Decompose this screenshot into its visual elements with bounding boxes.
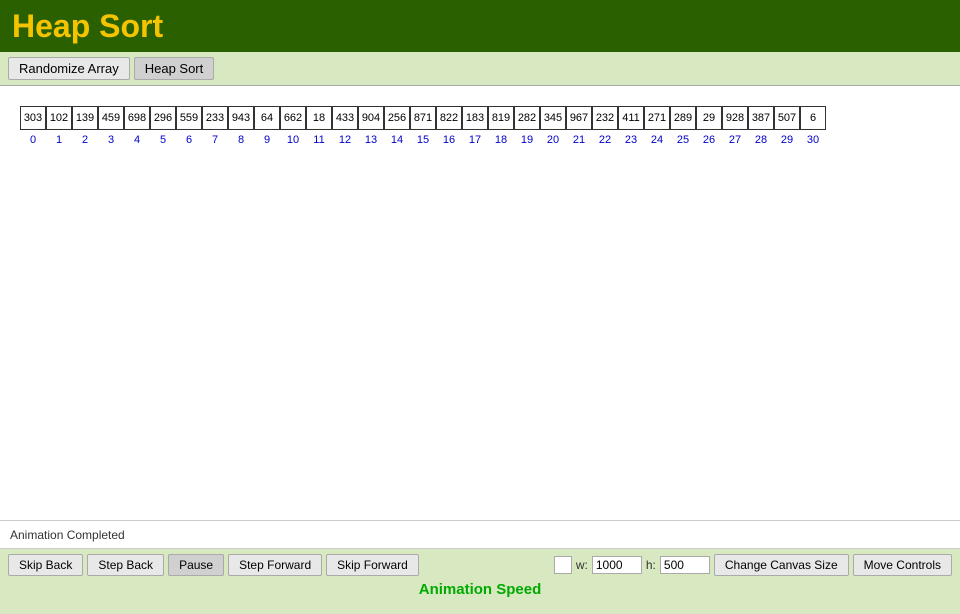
speed-line: Animation Speed <box>0 576 960 602</box>
array-index: 27 <box>722 130 748 150</box>
change-canvas-size-button[interactable]: Change Canvas Size <box>714 554 849 576</box>
array-index: 25 <box>670 130 696 150</box>
array-index: 26 <box>696 130 722 150</box>
array-cell: 345 <box>540 106 566 130</box>
array-index: 22 <box>592 130 618 150</box>
skip-forward-button[interactable]: Skip Forward <box>326 554 419 576</box>
animation-speed-label: Animation Speed <box>419 581 542 598</box>
controls-line: Skip Back Step Back Pause Step Forward S… <box>0 549 960 576</box>
array-index: 13 <box>358 130 384 150</box>
array-cell: 871 <box>410 106 436 130</box>
array-cell: 29 <box>696 106 722 130</box>
array-cell: 662 <box>280 106 306 130</box>
array-cells: 3031021394596982965592339436466218433904… <box>20 106 826 130</box>
height-input[interactable] <box>660 556 710 574</box>
h-label: h: <box>646 558 656 572</box>
array-cell: 928 <box>722 106 748 130</box>
array-index: 18 <box>488 130 514 150</box>
array-cell: 387 <box>748 106 774 130</box>
array-index: 20 <box>540 130 566 150</box>
array-cell: 411 <box>618 106 644 130</box>
array-index: 21 <box>566 130 592 150</box>
array-cell: 819 <box>488 106 514 130</box>
array-cell: 303 <box>20 106 46 130</box>
pause-button[interactable]: Pause <box>168 554 224 576</box>
array-index: 7 <box>202 130 228 150</box>
array-index: 12 <box>332 130 358 150</box>
array-index: 5 <box>150 130 176 150</box>
array-index: 28 <box>748 130 774 150</box>
randomize-array-button[interactable]: Randomize Array <box>8 57 130 80</box>
array-cell: 943 <box>228 106 254 130</box>
array-cell: 232 <box>592 106 618 130</box>
array-index: 16 <box>436 130 462 150</box>
array-cell: 233 <box>202 106 228 130</box>
skip-back-button[interactable]: Skip Back <box>8 554 83 576</box>
w-label: w: <box>576 558 588 572</box>
array-index: 30 <box>800 130 826 150</box>
speed-indicator <box>554 556 572 574</box>
array-index: 2 <box>72 130 98 150</box>
array-cell: 296 <box>150 106 176 130</box>
heap-sort-button[interactable]: Heap Sort <box>134 57 215 80</box>
array-index: 1 <box>46 130 72 150</box>
array-index: 29 <box>774 130 800 150</box>
array-cell: 18 <box>306 106 332 130</box>
array-index: 10 <box>280 130 306 150</box>
array-cell: 6 <box>800 106 826 130</box>
array-index: 0 <box>20 130 46 150</box>
step-back-button[interactable]: Step Back <box>87 554 164 576</box>
right-controls: w: h: Change Canvas Size Move Controls <box>554 554 952 576</box>
array-index: 4 <box>124 130 150 150</box>
toolbar: Randomize Array Heap Sort <box>0 52 960 86</box>
page-title: Heap Sort <box>12 8 163 45</box>
array-container: 3031021394596982965592339436466218433904… <box>20 106 950 150</box>
array-index: 6 <box>176 130 202 150</box>
array-cell: 102 <box>46 106 72 130</box>
array-cell: 282 <box>514 106 540 130</box>
status-text: Animation Completed <box>10 528 125 542</box>
width-input[interactable] <box>592 556 642 574</box>
array-index: 8 <box>228 130 254 150</box>
array-index: 11 <box>306 130 332 150</box>
array-index: 17 <box>462 130 488 150</box>
array-index: 24 <box>644 130 670 150</box>
array-index: 14 <box>384 130 410 150</box>
array-cell: 183 <box>462 106 488 130</box>
array-index: 3 <box>98 130 124 150</box>
array-indices: 0123456789101112131415161718192021222324… <box>20 130 826 150</box>
array-cell: 271 <box>644 106 670 130</box>
array-cell: 459 <box>98 106 124 130</box>
array-cell: 433 <box>332 106 358 130</box>
main-canvas: 3031021394596982965592339436466218433904… <box>0 86 960 548</box>
move-controls-button[interactable]: Move Controls <box>853 554 952 576</box>
array-cell: 698 <box>124 106 150 130</box>
header: Heap Sort <box>0 0 960 52</box>
array-cell: 559 <box>176 106 202 130</box>
array-index: 23 <box>618 130 644 150</box>
status-bar: Animation Completed <box>0 520 960 548</box>
array-cell: 289 <box>670 106 696 130</box>
array-index: 19 <box>514 130 540 150</box>
array-cell: 256 <box>384 106 410 130</box>
array-cell: 904 <box>358 106 384 130</box>
array-cell: 967 <box>566 106 592 130</box>
array-cell: 139 <box>72 106 98 130</box>
array-index: 15 <box>410 130 436 150</box>
step-forward-button[interactable]: Step Forward <box>228 554 322 576</box>
bottom-section: Skip Back Step Back Pause Step Forward S… <box>0 548 960 614</box>
array-cell: 64 <box>254 106 280 130</box>
array-cell: 507 <box>774 106 800 130</box>
array-index: 9 <box>254 130 280 150</box>
array-cell: 822 <box>436 106 462 130</box>
